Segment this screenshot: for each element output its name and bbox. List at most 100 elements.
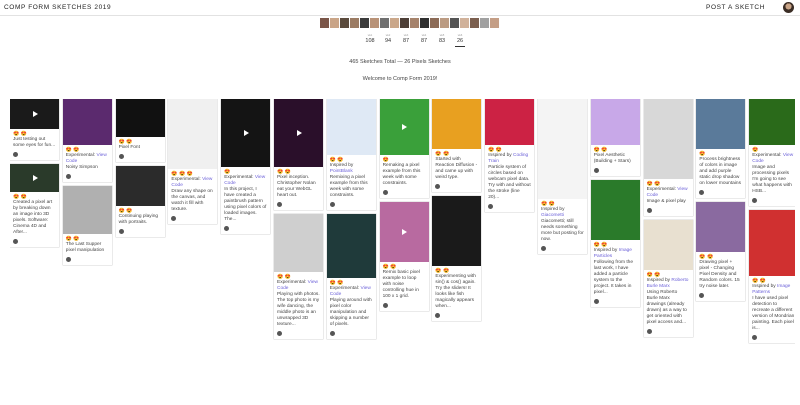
- reaction-emojis[interactable]: 😍: [696, 149, 745, 157]
- sketch-thumbnail[interactable]: [590, 99, 640, 145]
- sketch-thumbnail[interactable]: [326, 99, 376, 155]
- reaction-emojis[interactable]: 😍 😍: [274, 167, 323, 175]
- sketch-card[interactable]: 😍 😍 Inspired by PointBlank Remixing a pixe…: [326, 99, 376, 210]
- contributor-avatar[interactable]: [390, 18, 399, 28]
- reaction-emojis[interactable]: 😍 😍: [749, 276, 795, 284]
- sketch-thumbnail[interactable]: [538, 99, 587, 199]
- reaction-emojis[interactable]: 😍 😍: [696, 252, 745, 260]
- sketch-card[interactable]: 😍 😍 Experimental: View Code Noisy Simpson: [62, 99, 112, 182]
- sketch-card[interactable]: 😍 😍 Pixel inception. Christopher Nolan ea…: [274, 99, 323, 210]
- play-icon[interactable]: [402, 229, 408, 235]
- author-avatar[interactable]: [435, 313, 441, 318]
- author-avatar[interactable]: [752, 198, 758, 203]
- reaction-emojis[interactable]: 😍 😍: [10, 129, 59, 137]
- play-icon[interactable]: [32, 111, 38, 117]
- week-stat[interactable]: wk5 83: [436, 34, 448, 44]
- sketch-card[interactable]: 😍 😍 😍 Experimental: View Code Draw any sha…: [168, 99, 218, 224]
- author-avatar[interactable]: [699, 190, 705, 195]
- author-avatar[interactable]: [593, 168, 599, 173]
- author-avatar[interactable]: [646, 208, 652, 213]
- sketch-card[interactable]: 😍 😍 Experimenting with sin() & cos() agai…: [432, 196, 482, 321]
- sketch-thumbnail[interactable]: [643, 220, 693, 270]
- post-sketch-button[interactable]: POST A SKETCH: [706, 4, 765, 11]
- contributor-avatar[interactable]: [430, 18, 439, 28]
- sketch-card[interactable]: 😍 😍 Inspired by Roberto Burle Marx Using R…: [643, 220, 693, 337]
- contributor-avatar[interactable]: [450, 18, 459, 28]
- sketch-thumbnail[interactable]: [696, 99, 746, 149]
- contributor-avatar[interactable]: [420, 18, 429, 28]
- author-avatar[interactable]: [699, 293, 705, 298]
- sketch-card[interactable]: 😍 😍 Experimental: View Code Playing with p…: [274, 214, 323, 339]
- week-stat[interactable]: wk2 94: [382, 34, 394, 44]
- reaction-emojis[interactable]: 😍 😍: [63, 234, 112, 242]
- author-avatar[interactable]: [329, 331, 335, 336]
- reaction-emojis[interactable]: 😍 😍: [591, 240, 640, 248]
- reaction-emojis[interactable]: 😍: [749, 145, 795, 153]
- contributor-avatar[interactable]: [330, 18, 339, 28]
- sketch-thumbnail[interactable]: [643, 99, 693, 179]
- author-avatar[interactable]: [118, 154, 124, 159]
- sketch-thumbnail[interactable]: [749, 99, 795, 145]
- sketch-thumbnail[interactable]: [10, 99, 59, 129]
- contributor-avatar[interactable]: [410, 18, 419, 28]
- author-avatar[interactable]: [13, 239, 18, 244]
- sketch-thumbnail[interactable]: [432, 196, 482, 266]
- sketch-thumbnail[interactable]: [274, 214, 323, 272]
- sketch-card[interactable]: 😍 😍 Inspired by Image Particles Following …: [590, 180, 640, 307]
- reaction-emojis[interactable]: 😍 😍: [538, 199, 587, 207]
- sketch-card[interactable]: 😍 😍 Created a pixel art by breaking down …: [10, 164, 59, 247]
- sketch-card[interactable]: 😍 😍 Experimental: View Code Image & pixel …: [643, 99, 693, 216]
- week-stat[interactable]: wk6 26: [454, 34, 466, 47]
- author-avatar[interactable]: [488, 204, 494, 209]
- sketch-card[interactable]: 😍 Experimental: View Code In this project,…: [221, 99, 271, 234]
- sketch-card[interactable]: 😍 😍 Pixel Aesthetic (Building + Stars): [590, 99, 640, 176]
- sketch-card[interactable]: 😍 😍 Inspired by Image Patterns I have used…: [749, 210, 795, 343]
- author-avatar[interactable]: [277, 202, 282, 207]
- sketch-card[interactable]: 😍 😍 Continuing playing with portraits.: [115, 166, 165, 237]
- sketch-card[interactable]: 😍 😍 Drawing pixel + pixel - Changing Pixe…: [696, 202, 746, 301]
- reaction-emojis[interactable]: 😍 😍: [116, 137, 165, 145]
- sketch-thumbnail[interactable]: [62, 186, 112, 234]
- contributor-avatar[interactable]: [440, 18, 449, 28]
- sketch-card[interactable]: 😍 😍 Inspired by Coding Train Particle syst…: [485, 99, 535, 212]
- sketch-thumbnail[interactable]: [379, 202, 429, 262]
- contributor-avatar[interactable]: [470, 18, 479, 28]
- sketch-card[interactable]: 😍 😍 Experimental: View Code Playing around…: [326, 214, 376, 339]
- contributor-avatar[interactable]: [460, 18, 469, 28]
- contributor-avatar[interactable]: [400, 18, 409, 28]
- sketch-thumbnail[interactable]: [115, 99, 165, 137]
- contributor-avatar[interactable]: [320, 18, 329, 28]
- sketch-thumbnail[interactable]: [326, 214, 376, 278]
- contributor-avatar[interactable]: [350, 18, 359, 28]
- sketch-thumbnail[interactable]: [749, 210, 795, 276]
- sketch-thumbnail[interactable]: [274, 99, 323, 167]
- reaction-emojis[interactable]: 😍 😍: [327, 155, 376, 163]
- reaction-emojis[interactable]: 😍: [221, 167, 270, 175]
- author-avatar[interactable]: [593, 299, 599, 304]
- contributor-avatar[interactable]: [480, 18, 489, 28]
- sketch-card[interactable]: 😍 😍 Started with Reaction Diffusion - and…: [432, 99, 482, 192]
- reaction-emojis[interactable]: 😍 😍: [591, 145, 640, 153]
- reaction-emojis[interactable]: 😍 😍: [63, 145, 112, 153]
- sketch-link[interactable]: Giacometti: [541, 213, 564, 218]
- reaction-emojis[interactable]: 😍 😍: [644, 270, 693, 278]
- author-avatar[interactable]: [435, 184, 441, 189]
- play-icon[interactable]: [296, 130, 302, 136]
- contributor-avatar[interactable]: [340, 18, 349, 28]
- sketch-thumbnail[interactable]: [696, 202, 746, 252]
- author-avatar[interactable]: [13, 152, 18, 157]
- author-avatar[interactable]: [277, 331, 282, 336]
- author-avatar[interactable]: [382, 190, 388, 195]
- reaction-emojis[interactable]: 😍 😍: [432, 149, 481, 157]
- sketch-card[interactable]: 😍 😍 Remix basic pixel example to loop wit…: [379, 202, 429, 311]
- author-avatar[interactable]: [646, 329, 652, 334]
- sketch-thumbnail[interactable]: [221, 99, 271, 167]
- contributor-avatar[interactable]: [370, 18, 379, 28]
- play-icon[interactable]: [243, 130, 249, 136]
- play-icon[interactable]: [402, 124, 408, 130]
- sketch-card[interactable]: 😍 😍 Just testing out some eyes for fun...: [10, 99, 59, 160]
- reaction-emojis[interactable]: 😍 😍: [380, 262, 429, 270]
- contributor-avatar[interactable]: [490, 18, 499, 28]
- sketch-thumbnail[interactable]: [115, 166, 165, 206]
- contributor-avatar[interactable]: [360, 18, 369, 28]
